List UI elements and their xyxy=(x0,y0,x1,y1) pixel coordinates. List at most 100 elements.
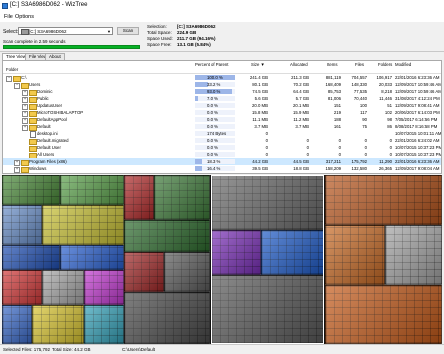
column-folder[interactable]: Folder xyxy=(6,67,18,72)
table-row[interactable]: desktop.ini 174 Bytes 0 10/07/2015 10:01:11… xyxy=(3,130,442,138)
files-cell: 132,580 xyxy=(351,166,367,171)
treemap-block[interactable] xyxy=(60,175,124,205)
allocated-cell: 20.1 MB xyxy=(292,103,309,108)
treemap-block[interactable] xyxy=(124,220,210,252)
selected-files-status: Selected Files: 175,792 xyxy=(3,347,51,352)
percent-bar-fill xyxy=(195,166,202,171)
drive-select[interactable]: [C:] S3A6986D062 ▼ xyxy=(18,27,113,35)
treemap-block[interactable] xyxy=(164,252,210,292)
table-row[interactable]: + Windows 16.4 % 39.5 GB 18.8 GB 158,209 132,5… xyxy=(3,165,441,173)
row-name: MicroTOSHIBALAPTOP xyxy=(37,110,84,115)
column-folders[interactable]: Folders xyxy=(378,62,392,67)
treemap-block[interactable] xyxy=(124,252,164,292)
size-cell: 5.6 GB xyxy=(254,96,268,101)
treemap-block[interactable] xyxy=(84,305,124,344)
treemap-block[interactable] xyxy=(42,205,124,245)
treemap-block[interactable] xyxy=(124,292,210,344)
percent-bar: 0.0 % xyxy=(195,152,235,157)
treemap-block[interactable] xyxy=(385,225,442,285)
treemap-block[interactable] xyxy=(2,245,60,270)
column-items[interactable]: Items xyxy=(327,62,338,67)
modified-cell: 22/01/2016 6:24:02 AM xyxy=(395,138,440,143)
modified-cell: 12/09/2017 10:59:46 AM xyxy=(395,82,442,87)
size-cell: 0 xyxy=(265,152,268,157)
table-row[interactable]: − C:\ 100.0 % 241.4 GB 211.3 GB 881,119 704,55… xyxy=(3,74,441,82)
files-cell: 75 xyxy=(362,124,367,129)
expand-toggle-icon[interactable]: + xyxy=(14,166,20,173)
size-cell: 80.1 GB xyxy=(252,82,268,87)
size-cell: 241.4 GB xyxy=(249,75,268,80)
tab-about[interactable]: About xyxy=(45,53,65,60)
treemap-block[interactable] xyxy=(124,175,154,220)
items-cell: 188 xyxy=(333,117,341,122)
percent-text: 174 Bytes xyxy=(207,131,227,136)
percent-bar: 33.2 % xyxy=(195,82,235,87)
modified-cell: 12/09/2017 9:08:41 AM xyxy=(395,103,440,108)
treemap-block[interactable] xyxy=(325,285,442,344)
size-cell: 0 xyxy=(265,145,268,150)
total-size-status: Total Size: 44.2 GB xyxy=(52,347,91,352)
treemap-block[interactable] xyxy=(32,305,84,344)
table-row[interactable]: + Public 7.0 % 5.6 GB 5.7 GB 81,006 70,440 11,4… xyxy=(3,95,441,103)
column-size[interactable]: Size ▼ xyxy=(251,62,265,67)
column-percent[interactable]: Percent of Parent xyxy=(195,62,228,67)
allocated-cell: 0 xyxy=(306,145,309,150)
modified-cell: 10/07/2015 10:37:23 PM xyxy=(395,152,442,157)
size-cell: 0 xyxy=(265,138,268,143)
folders-cell: 20,033 xyxy=(378,82,392,87)
table-row[interactable]: Default.migrated 0.0 % 0 0 0 0 0 22/01/2016 6:2… xyxy=(3,137,441,145)
treemap-block[interactable] xyxy=(325,225,385,285)
treemap-block[interactable] xyxy=(60,245,124,270)
percent-text: 0.0 % xyxy=(207,152,218,157)
files-cell: 0 xyxy=(364,152,367,157)
treemap-block[interactable] xyxy=(2,270,42,305)
table-row[interactable]: + Default 0.0 % 3.7 MB 3.7 MB 161 75 86 8/08/201… xyxy=(3,123,441,131)
column-files[interactable]: Files xyxy=(355,62,364,67)
table-row[interactable]: + DefaultAppPool 0.0 % 11.1 MB 11.2 MB 188 90 9… xyxy=(3,116,441,124)
table-row[interactable]: − Users 33.2 % 80.1 GB 70.2 GB 168,409 148,330… xyxy=(3,81,442,89)
table-row[interactable]: + MicroTOSHIBALAPTOP 0.0 % 15.8 MB 15.9 MB 21… xyxy=(3,109,441,117)
percent-text: 0.0 % xyxy=(207,117,218,122)
folders-cell: 102 xyxy=(384,110,392,115)
treemap-block[interactable] xyxy=(42,270,84,305)
table-row[interactable]: + Dominic 93.0 % 74.5 GB 64.4 GB 85,753 77,535… xyxy=(3,88,441,96)
folders-cell: 11,446 xyxy=(379,96,392,101)
menu-file[interactable]: File xyxy=(4,14,13,20)
size-cell: 20.0 MB xyxy=(251,103,268,108)
percent-text: 100.0 % xyxy=(207,75,223,80)
row-name: Default User xyxy=(37,145,61,150)
treemap-block[interactable] xyxy=(325,175,442,225)
treemap-block[interactable] xyxy=(2,305,32,344)
treemap-block[interactable] xyxy=(2,175,60,205)
folders-cell: 86 xyxy=(387,124,392,129)
window-title: [C:] S3A6986D062 - WizTree xyxy=(10,2,88,8)
treemap-selection-highlight xyxy=(211,175,324,344)
folder-tree-table[interactable]: Folder Percent of Parent Size ▼ Allocate… xyxy=(2,60,442,174)
table-row[interactable]: Default User 0.0 % 0 0 0 0 0 10/07/2015 10:37:2… xyxy=(3,144,441,152)
scan-status: Scan complete in 2.59 seconds xyxy=(3,39,66,44)
treemap-block[interactable] xyxy=(84,270,124,305)
table-row[interactable]: + Program Files (x86) 18.3 % 44.2 GB 44.5 GB… xyxy=(3,158,441,166)
allocated-cell: 18.8 GB xyxy=(293,166,309,171)
percent-text: 7.0 % xyxy=(207,96,218,101)
treemap-block[interactable] xyxy=(2,205,42,245)
menu-options[interactable]: Options xyxy=(15,14,34,20)
allocated-cell: 0 xyxy=(306,152,309,157)
column-modified[interactable]: Modified xyxy=(395,62,411,67)
items-cell: 168,409 xyxy=(325,82,341,87)
modified-cell: 20/06/2017 6:14:03 PM xyxy=(395,110,440,115)
allocated-cell: 15.9 MB xyxy=(292,110,309,115)
percent-text: 0.0 % xyxy=(207,110,218,115)
modified-cell: 8/08/2017 8:16:58 PM xyxy=(395,124,438,129)
column-allocated[interactable]: Allocated xyxy=(290,62,308,67)
percent-bar: 0.0 % xyxy=(195,117,235,122)
treemap-block[interactable] xyxy=(154,175,210,220)
table-row[interactable]: All Users 0.0 % 0 0 0 0 0 10/07/2015 10:37:23 P… xyxy=(3,151,442,159)
treemap-view[interactable] xyxy=(2,175,442,344)
table-row[interactable]: + UpdatusUser 0.0 % 20.0 MB 20.1 MB 151 100 51 1… xyxy=(3,102,441,110)
percent-bar: 7.0 % xyxy=(195,96,235,101)
modified-cell: 10/07/2015 10:01:11 AM xyxy=(395,131,442,136)
scan-button[interactable]: Scan xyxy=(117,27,139,35)
percent-bar-fill xyxy=(195,159,203,164)
files-cell: 175,792 xyxy=(351,159,367,164)
